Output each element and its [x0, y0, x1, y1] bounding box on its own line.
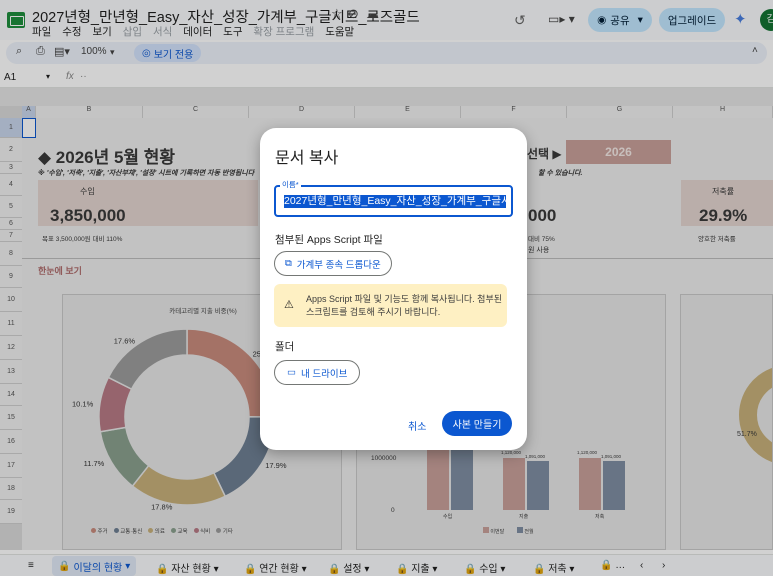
- folder-button[interactable]: ▭ 내 드라이브: [274, 360, 361, 385]
- dialog-title: 문서 복사: [275, 150, 339, 167]
- folder-icon: ▭: [287, 367, 296, 378]
- attached-script-label: 첨부된 Apps Script 파일: [275, 234, 383, 246]
- copy-document-dialog: 문서 복사 2027년형_만년형_Easy_자산_성장_가계부_구글시트_로즈골…: [260, 128, 527, 450]
- script-file-button[interactable]: ⧉ 가계부 종속 드롭다운: [274, 251, 392, 276]
- open-external-icon: ⧉: [285, 258, 292, 269]
- name-input-value[interactable]: 2027년형_만년형_Easy_자산_성장_가계부_구글시트_로즈골드: [284, 195, 506, 208]
- warning-icon: ⚠: [284, 299, 294, 311]
- folder-label: 폴더: [275, 341, 295, 353]
- name-input[interactable]: 2027년형_만년형_Easy_자산_성장_가계부_구글시트_로즈골드: [274, 185, 513, 217]
- warning-text: Apps Script 파일 및 기능도 함께 복사됩니다. 첨부된 스크립트를…: [306, 294, 503, 317]
- warning-banner: ⚠ Apps Script 파일 및 기능도 함께 복사됩니다. 첨부된 스크립…: [274, 284, 507, 327]
- name-input-label: 이름*: [280, 179, 301, 190]
- cancel-button[interactable]: 취소: [408, 418, 426, 433]
- make-copy-button[interactable]: 사본 만들기: [442, 411, 512, 436]
